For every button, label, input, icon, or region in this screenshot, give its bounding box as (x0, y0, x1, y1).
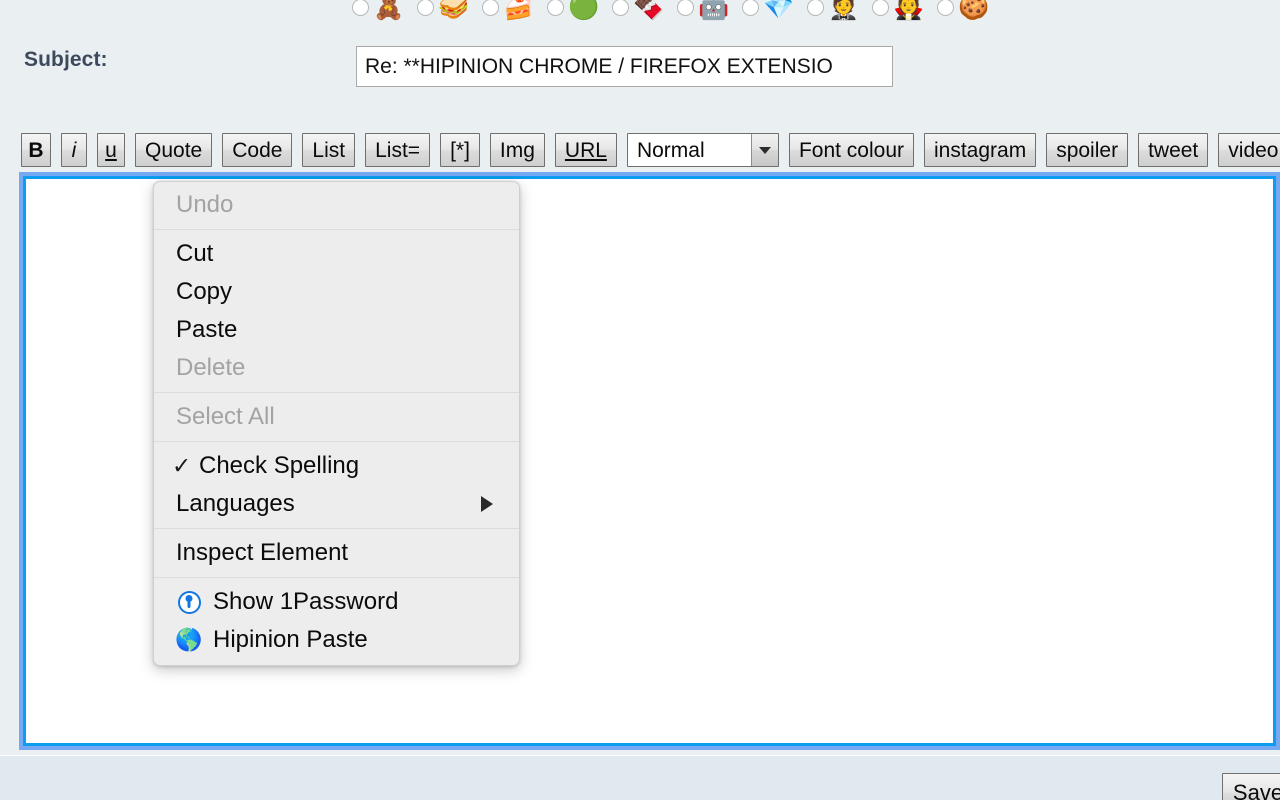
menu-item-select-all-label: Select All (176, 403, 275, 431)
menu-item-paste[interactable]: Paste (154, 311, 519, 349)
menu-item-check-spelling[interactable]: ✓ Check Spelling (154, 447, 519, 485)
menu-item-check-spelling-label: Check Spelling (199, 452, 359, 480)
smilie-radio-9[interactable] (937, 0, 954, 16)
video-button[interactable]: video (1218, 133, 1280, 167)
smilie-radio-8[interactable] (872, 0, 889, 16)
smilie-option[interactable]: 🍫 (612, 0, 660, 20)
cake-slice-emoji: 🍰 (503, 0, 530, 20)
vampire-emoji: 🧛 (893, 0, 920, 20)
robot-emoji: 🤖 (698, 0, 725, 20)
onepassword-keyhole-glyph (178, 591, 201, 614)
menu-item-cut-label: Cut (176, 240, 213, 268)
list-ordered-button[interactable]: List= (365, 133, 430, 167)
smilie-radio-4[interactable] (612, 0, 629, 16)
bear-emoji: 🧸 (373, 0, 400, 20)
menu-item-undo: Undo (154, 186, 519, 224)
menu-item-copy-label: Copy (176, 278, 232, 306)
smilie-radio-6[interactable] (742, 0, 759, 16)
menu-separator (154, 441, 519, 442)
menu-item-inspect-element[interactable]: Inspect Element (154, 534, 519, 572)
smilie-radio-3[interactable] (547, 0, 564, 16)
list-item-button[interactable]: [*] (440, 133, 480, 167)
smilie-option[interactable]: 🍰 (482, 0, 530, 20)
quote-button[interactable]: Quote (135, 133, 212, 167)
green-circle-emoji: 🟢 (568, 0, 595, 20)
menu-item-show-1password[interactable]: Show 1Password (154, 583, 519, 621)
menu-item-languages-label: Languages (176, 490, 295, 518)
smilie-option[interactable]: 🤖 (677, 0, 725, 20)
diamond-emoji: 💎 (763, 0, 790, 20)
hipinion-globe-icon: 🌎 (176, 627, 202, 653)
subject-input-value: Re: **HIPINION CHROME / FIREFOX EXTENSIO (365, 55, 833, 79)
menu-item-paste-label: Paste (176, 316, 237, 344)
menu-separator (154, 528, 519, 529)
context-menu[interactable]: Undo Cut Copy Paste Delete Select All ✓ Check S… (153, 181, 520, 666)
smilie-option[interactable]: 🧛 (872, 0, 920, 20)
save-button[interactable]: Save (1222, 773, 1280, 800)
checkmark-icon: ✓ (172, 455, 191, 478)
font-size-select-value[interactable]: Normal (628, 134, 751, 166)
menu-item-hipinion-paste[interactable]: 🌎 Hipinion Paste (154, 621, 519, 659)
menu-item-cut[interactable]: Cut (154, 235, 519, 273)
subject-input[interactable]: Re: **HIPINION CHROME / FIREFOX EXTENSIO (356, 46, 893, 87)
menu-separator (154, 577, 519, 578)
menu-item-undo-label: Undo (176, 191, 233, 219)
smilie-option[interactable]: 🤵 (807, 0, 855, 20)
menu-item-inspect-element-label: Inspect Element (176, 539, 348, 567)
smilie-option[interactable]: 🥪 (417, 0, 465, 20)
menu-separator (154, 229, 519, 230)
menu-item-delete-label: Delete (176, 354, 245, 382)
bold-button[interactable]: B (21, 133, 51, 167)
menu-item-hipinion-paste-label: Hipinion Paste (213, 626, 368, 654)
image-button[interactable]: Img (490, 133, 545, 167)
globe-glyph: 🌎 (175, 629, 202, 651)
menu-item-show-1password-label: Show 1Password (213, 588, 398, 616)
list-button[interactable]: List (302, 133, 355, 167)
smilie-radio-7[interactable] (807, 0, 824, 16)
italic-button[interactable]: i (61, 133, 87, 167)
instagram-button[interactable]: instagram (924, 133, 1036, 167)
smilie-radio-1[interactable] (417, 0, 434, 16)
smilie-selector-row[interactable]: 🧸 🥪 🍰 🟢 🍫 🤖 💎 🤵 🧛 🍪 (352, 0, 1002, 27)
url-button[interactable]: URL (555, 133, 617, 167)
chevron-right-icon (481, 496, 493, 512)
menu-item-languages[interactable]: Languages (154, 485, 519, 523)
chevron-down-icon[interactable] (751, 134, 778, 166)
font-colour-button[interactable]: Font colour (789, 133, 914, 167)
menu-item-delete: Delete (154, 349, 519, 387)
smilie-radio-0[interactable] (352, 0, 369, 16)
menu-item-copy[interactable]: Copy (154, 273, 519, 311)
smilie-radio-2[interactable] (482, 0, 499, 16)
smilie-radio-5[interactable] (677, 0, 694, 16)
footer-bar (0, 755, 1280, 800)
menu-separator (154, 392, 519, 393)
person-red-emoji: 🤵 (828, 0, 855, 20)
chocolate-bar-emoji: 🍫 (633, 0, 660, 20)
cookie-emoji: 🍪 (958, 0, 985, 20)
tweet-button[interactable]: tweet (1138, 133, 1208, 167)
smilie-option[interactable]: 🍪 (937, 0, 985, 20)
smilie-option[interactable]: 🧸 (352, 0, 400, 20)
smilie-option[interactable]: 💎 (742, 0, 790, 20)
smilie-option[interactable]: 🟢 (547, 0, 595, 20)
menu-item-select-all: Select All (154, 398, 519, 436)
underline-button[interactable]: u (97, 133, 125, 167)
onepassword-icon (176, 589, 202, 615)
sandwich-emoji: 🥪 (438, 0, 465, 20)
subject-label: Subject: (24, 48, 108, 72)
editor-toolbar[interactable]: Biu Quote Code List List= [*] Img URL Normal Font… (21, 133, 1280, 167)
font-size-select[interactable]: Normal (627, 133, 779, 167)
code-button[interactable]: Code (222, 133, 292, 167)
page-root: 🧸 🥪 🍰 🟢 🍫 🤖 💎 🤵 🧛 🍪 Subject: Re: **HIPINION CHROM… (0, 0, 1280, 800)
spoiler-button[interactable]: spoiler (1046, 133, 1128, 167)
